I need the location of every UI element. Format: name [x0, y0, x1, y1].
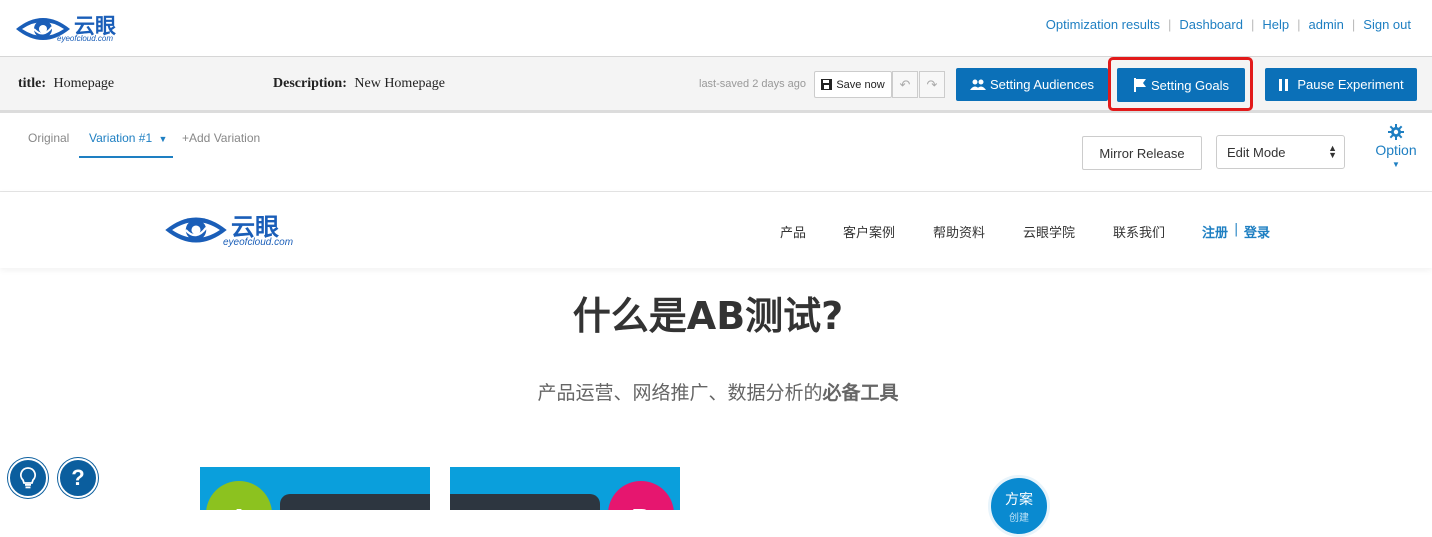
- users-icon: [969, 79, 986, 90]
- variant-b-letter: B: [632, 503, 651, 510]
- plan-subtext: 创建: [1009, 513, 1029, 524]
- tab-variation-1[interactable]: Variation #1 ▼: [89, 131, 167, 145]
- option-menu[interactable]: Option ▼: [1370, 124, 1422, 169]
- variant-b-card: B: [450, 467, 680, 510]
- active-tab-underline: [79, 156, 173, 158]
- description-field: Description: New Homepage: [273, 76, 445, 92]
- auth-separator: |: [1234, 222, 1239, 237]
- caret-down-icon: ▼: [1392, 160, 1400, 169]
- site-nav-contact[interactable]: 联系我们: [1113, 222, 1165, 241]
- edit-mode-value: Edit Mode: [1227, 144, 1286, 160]
- add-variation-link[interactable]: +Add Variation: [182, 131, 260, 145]
- question-icon: ?: [71, 465, 85, 490]
- redo-button[interactable]: ↷: [919, 71, 945, 98]
- mirror-release-label: Mirror Release: [1099, 145, 1185, 161]
- redo-icon: ↷: [926, 76, 938, 92]
- logo-subtext: eyeofcloud.com: [57, 34, 114, 43]
- title-field: title: Homepage: [18, 76, 114, 92]
- flag-icon: [1133, 78, 1146, 92]
- hero-subtitle: 产品运营、网络推广、数据分析的必备工具: [0, 378, 1432, 405]
- hero-title: 什么是AB测试?: [572, 294, 844, 338]
- floppy-disk-icon: [821, 79, 833, 90]
- undo-button[interactable]: ↶: [892, 71, 918, 98]
- site-logo-subtext: eyeofcloud.com: [223, 237, 294, 248]
- app-logo[interactable]: 云眼 eyeofcloud.com: [14, 10, 116, 45]
- link-separator: |: [1297, 17, 1301, 32]
- site-nav-cases[interactable]: 客户案例: [843, 222, 895, 241]
- undo-icon: ↶: [899, 76, 911, 92]
- pause-experiment-label: Pause Experiment: [1297, 77, 1404, 92]
- top-bar: 云眼 eyeofcloud.com Optimization results |…: [0, 0, 1432, 57]
- help-link[interactable]: Help: [1262, 17, 1289, 32]
- sign-out-link[interactable]: Sign out: [1363, 17, 1411, 32]
- site-preview-header: 云眼 eyeofcloud.com 产品 客户案例 帮助资料 云眼学院 联系我们…: [0, 192, 1432, 268]
- caret-down-icon: ▼: [158, 134, 168, 144]
- variant-a-letter: A: [230, 503, 249, 510]
- lightbulb-icon: [20, 467, 36, 489]
- admin-link[interactable]: admin: [1308, 17, 1343, 32]
- title-value[interactable]: Homepage: [53, 76, 114, 91]
- pause-icon: [1279, 78, 1289, 91]
- edit-mode-select[interactable]: Edit Mode ▲ ▼: [1216, 135, 1345, 169]
- site-nav-help[interactable]: 帮助资料: [933, 222, 985, 241]
- variation-bar: Original Variation #1 ▼ +Add Variation M…: [0, 116, 1432, 192]
- pause-experiment-button[interactable]: Pause Experiment: [1265, 68, 1417, 101]
- description-label: Description:: [273, 76, 347, 91]
- tab-original[interactable]: Original: [28, 131, 69, 145]
- plan-text: 方案: [1005, 492, 1033, 508]
- experiment-toolbar: title: Homepage Description: New Homepag…: [0, 57, 1432, 113]
- setting-goals-label: Setting Goals: [1150, 77, 1230, 93]
- site-register-link[interactable]: 注册: [1202, 222, 1228, 241]
- screen-shape: [280, 494, 430, 510]
- option-label: Option: [1375, 142, 1417, 158]
- variant-a-badge: A: [206, 481, 272, 510]
- site-logo[interactable]: 云眼 eyeofcloud.com: [163, 207, 293, 249]
- setting-audiences-button[interactable]: Setting Audiences: [956, 68, 1108, 101]
- help-button[interactable]: ?: [58, 458, 98, 498]
- last-saved-text: last-saved 2 days ago: [699, 78, 807, 90]
- tips-button[interactable]: [8, 458, 48, 498]
- site-nav-academy[interactable]: 云眼学院: [1023, 222, 1075, 241]
- optimization-results-link[interactable]: Optimization results: [1046, 17, 1160, 32]
- top-links: Optimization results | Dashboard | Help …: [1046, 17, 1411, 32]
- link-separator: |: [1351, 17, 1356, 32]
- setting-audiences-label: Setting Audiences: [989, 77, 1095, 92]
- dashboard-link[interactable]: Dashboard: [1179, 17, 1243, 32]
- title-label: title:: [18, 76, 46, 91]
- site-nav-products[interactable]: 产品: [780, 222, 806, 241]
- description-value[interactable]: New Homepage: [354, 76, 445, 91]
- hero-subtitle-bold: 必备工具: [822, 382, 899, 404]
- variant-a-card: A: [200, 467, 430, 510]
- tab-variation-1-label: Variation #1: [89, 131, 153, 145]
- site-login-link[interactable]: 登录: [1244, 222, 1270, 241]
- save-now-label: Save now: [836, 78, 885, 91]
- hero-subtitle-text: 产品运营、网络推广、数据分析的: [537, 382, 823, 404]
- setting-goals-button[interactable]: Setting Goals: [1117, 68, 1245, 102]
- link-separator: |: [1250, 17, 1255, 32]
- select-arrows-icon: ▲ ▼: [1328, 143, 1337, 160]
- screen-shape: [450, 494, 600, 510]
- variant-b-badge: B: [608, 481, 674, 510]
- eye-logo-icon: [165, 217, 227, 243]
- gear-icon: [1388, 124, 1404, 140]
- save-now-button[interactable]: Save now: [814, 71, 892, 98]
- mirror-release-button[interactable]: Mirror Release: [1082, 136, 1202, 170]
- plan-create-badge: 方案 创建: [988, 475, 1050, 537]
- link-separator: |: [1167, 17, 1172, 32]
